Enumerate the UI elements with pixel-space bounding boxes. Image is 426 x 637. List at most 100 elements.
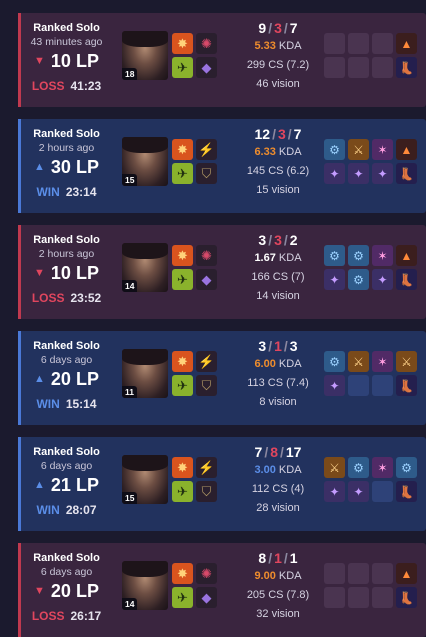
deaths: 3 — [277, 126, 286, 142]
item-icon[interactable]: ⚙ — [324, 351, 345, 372]
ward-icon[interactable]: ▲ — [396, 33, 417, 54]
empty-item-slot — [372, 481, 393, 502]
flash-icon[interactable]: ✸ — [172, 563, 193, 584]
match-duration: 23:14 — [65, 185, 97, 199]
ward-icon[interactable]: ▲ — [396, 245, 417, 266]
item-icon[interactable]: ✦ — [348, 481, 369, 502]
flash-icon[interactable]: ✸ — [172, 457, 193, 478]
champion-portrait-art — [122, 31, 168, 47]
ghost-icon[interactable]: ✈ — [172, 163, 193, 184]
result-label: LOSS — [31, 291, 65, 305]
flash-icon[interactable]: ✸ — [172, 33, 193, 54]
ghost-icon[interactable]: ✈ — [172, 481, 193, 502]
lp-value: 10 LP — [50, 51, 99, 71]
empty-item-slot — [372, 563, 393, 584]
champion-portrait-art — [122, 455, 168, 471]
ghost-icon[interactable]: ✈ — [172, 269, 193, 290]
item-icon[interactable]: ⚙ — [348, 245, 369, 266]
ward-icon[interactable]: ▲ — [396, 139, 417, 160]
assists: 1 — [289, 550, 298, 566]
item-icon[interactable]: ✦ — [324, 163, 345, 184]
kda-separator: / — [272, 126, 276, 142]
lp-value: 10 LP — [50, 263, 99, 283]
flash-icon[interactable]: ✸ — [172, 139, 193, 160]
match-card[interactable]: Ranked Solo 6 days ago ▼ 20 LP LOSS 26:17 … — [18, 543, 426, 637]
match-meta: Ranked Solo 6 days ago ▼ 20 LP LOSS 26:17 — [18, 543, 115, 637]
queue-type: Ranked Solo — [33, 446, 100, 458]
empty-item-slot — [348, 33, 369, 54]
result-label: WIN — [36, 503, 60, 517]
item-icon[interactable]: ✶ — [372, 139, 393, 160]
item-icon[interactable]: ⚙ — [324, 139, 345, 160]
item-build: ⚙ ⚔ ✶ ▲ ✦ ✦ ✦ 👢 — [324, 139, 422, 187]
item-build: ▲ 👢 — [324, 563, 422, 611]
ward-icon[interactable]: ▲ — [396, 563, 417, 584]
queue-type: Ranked Solo — [33, 128, 100, 140]
ghost-icon[interactable]: ✈ — [172, 57, 193, 78]
kda-label: KDA — [278, 146, 302, 158]
boots-icon[interactable]: 👢 — [396, 375, 417, 396]
match-card[interactable]: Ranked Solo 6 days ago ▲ 21 LP WIN 28:07 1… — [18, 437, 426, 531]
item-build: ⚙ ⚔ ✶ ⚔ ✦ 👢 — [324, 351, 422, 399]
lp-value: 21 LP — [50, 475, 99, 495]
item-icon[interactable]: ✦ — [372, 163, 393, 184]
match-result: WIN 23:14 — [18, 185, 115, 199]
match-card[interactable]: Ranked Solo 43 minutes ago ▼ 10 LP LOSS 41… — [18, 13, 426, 107]
match-card[interactable]: Ranked Solo 2 hours ago ▼ 10 LP LOSS 23:52… — [18, 225, 426, 319]
boots-icon[interactable]: 👢 — [396, 481, 417, 502]
match-card[interactable]: Ranked Solo 6 days ago ▲ 20 LP WIN 15:14 1… — [18, 331, 426, 425]
item-icon[interactable]: ⚔ — [396, 351, 417, 372]
champion-portrait[interactable]: 15 — [122, 137, 168, 186]
boots-icon[interactable]: 👢 — [396, 587, 417, 608]
item-icon[interactable]: ⚔ — [324, 457, 345, 478]
kda-separator: / — [268, 232, 273, 248]
deaths: 3 — [274, 20, 282, 36]
lp-arrow-icon: ▲ — [34, 373, 45, 385]
item-build: ▲ 👢 — [324, 33, 422, 81]
kda-separator: / — [283, 232, 288, 248]
champion-portrait-art — [122, 561, 168, 577]
empty-item-slot — [348, 375, 369, 396]
item-icon[interactable]: ✶ — [372, 351, 393, 372]
kills: 12 — [254, 126, 271, 142]
boots-icon[interactable]: 👢 — [396, 163, 417, 184]
match-meta: Ranked Solo 6 days ago ▲ 21 LP WIN 28:07 — [18, 437, 115, 531]
match-card[interactable]: Ranked Solo 2 hours ago ▲ 30 LP WIN 23:14 … — [18, 119, 426, 213]
queue-type: Ranked Solo — [33, 234, 100, 246]
item-icon[interactable]: ✦ — [372, 269, 393, 290]
item-icon[interactable]: ✦ — [324, 481, 345, 502]
ghost-icon[interactable]: ✈ — [172, 375, 193, 396]
item-build: ⚙ ⚙ ✶ ▲ ✦ ⚙ ✦ 👢 — [324, 245, 422, 293]
champion-portrait[interactable]: 11 — [122, 349, 168, 398]
result-label: LOSS — [31, 609, 65, 623]
flash-icon[interactable]: ✸ — [172, 245, 193, 266]
item-icon[interactable]: ⚙ — [348, 457, 369, 478]
lp-arrow-icon: ▼ — [34, 55, 45, 67]
item-icon[interactable]: ⚔ — [348, 139, 369, 160]
kda-value: 1.67 — [254, 252, 276, 264]
item-icon[interactable]: ✶ — [372, 457, 393, 478]
kda-separator: / — [280, 444, 284, 460]
lp-value: 30 LP — [50, 157, 99, 177]
boots-icon[interactable]: 👢 — [396, 57, 417, 78]
champion-portrait[interactable]: 15 — [122, 455, 168, 504]
boots-icon[interactable]: 👢 — [396, 269, 417, 290]
item-icon[interactable]: ⚔ — [348, 351, 369, 372]
flash-icon[interactable]: ✸ — [172, 351, 193, 372]
lp-value: 20 LP — [50, 369, 99, 389]
item-icon[interactable]: ✦ — [324, 375, 345, 396]
item-icon[interactable]: ✶ — [372, 245, 393, 266]
item-icon[interactable]: ⚙ — [396, 457, 417, 478]
item-icon[interactable]: ✦ — [324, 269, 345, 290]
empty-item-slot — [324, 33, 345, 54]
item-icon[interactable]: ✦ — [348, 163, 369, 184]
item-icon[interactable]: ⚙ — [324, 245, 345, 266]
queue-type: Ranked Solo — [33, 340, 100, 352]
ghost-icon[interactable]: ✈ — [172, 587, 193, 608]
match-result: WIN 28:07 — [18, 503, 115, 517]
empty-item-slot — [324, 587, 345, 608]
champion-portrait[interactable]: 14 — [122, 561, 168, 610]
item-icon[interactable]: ⚙ — [348, 269, 369, 290]
champion-portrait[interactable]: 18 — [122, 31, 168, 80]
champion-portrait[interactable]: 14 — [122, 243, 168, 292]
